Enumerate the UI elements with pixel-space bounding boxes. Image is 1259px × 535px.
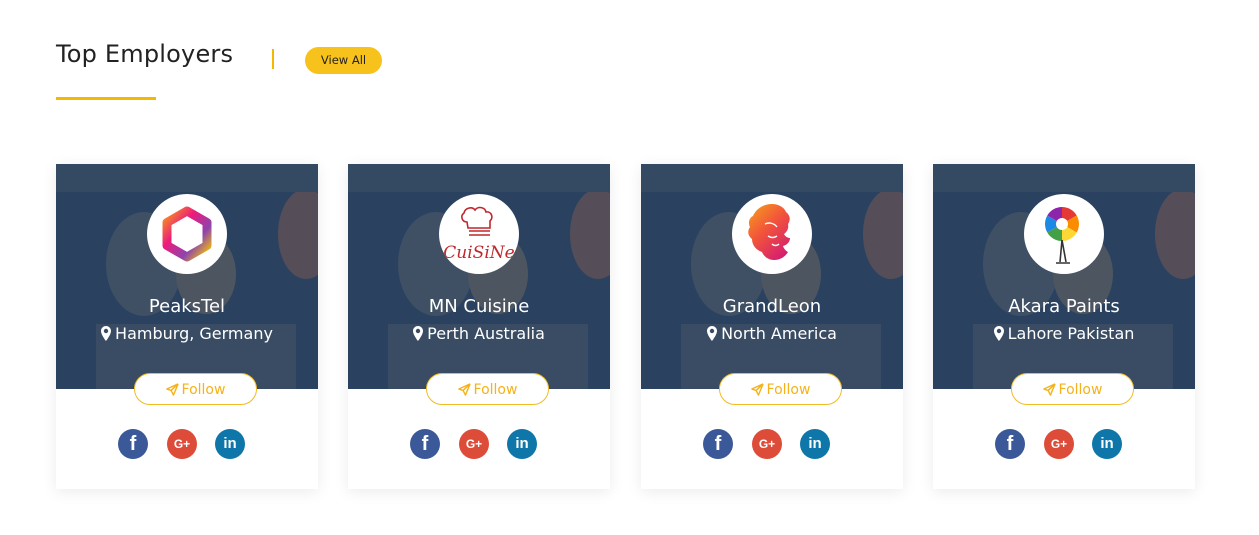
company-location: Perth Australia bbox=[348, 324, 610, 343]
employer-card: GrandLeon North America Follow f G+ in bbox=[641, 164, 903, 489]
map-pin-icon bbox=[101, 326, 112, 341]
employer-card: PeaksTel Hamburg, Germany Follow f G+ in bbox=[56, 164, 318, 489]
google-plus-icon[interactable]: G+ bbox=[459, 429, 489, 459]
google-plus-icon[interactable]: G+ bbox=[1044, 429, 1074, 459]
company-name: Akara Paints bbox=[1008, 296, 1120, 317]
company-location: North America bbox=[641, 324, 903, 343]
paper-plane-icon bbox=[457, 383, 471, 396]
section-title: Top Employers bbox=[56, 40, 234, 68]
card-hero-image: PeaksTel Hamburg, Germany bbox=[56, 164, 318, 389]
follow-button[interactable]: Follow bbox=[426, 373, 549, 405]
linkedin-icon[interactable]: in bbox=[507, 429, 537, 459]
location-text: Hamburg, Germany bbox=[115, 324, 273, 343]
card-hero-image: GrandLeon North America bbox=[641, 164, 903, 389]
employer-card: Akara Paints Lahore Pakistan Follow f G+… bbox=[933, 164, 1195, 489]
social-links: f G+ in bbox=[410, 429, 550, 459]
facebook-icon[interactable]: f bbox=[410, 429, 440, 459]
follow-button[interactable]: Follow bbox=[719, 373, 842, 405]
linkedin-icon[interactable]: in bbox=[215, 429, 245, 459]
follow-button[interactable]: Follow bbox=[1011, 373, 1134, 405]
map-pin-icon bbox=[707, 326, 718, 341]
follow-button[interactable]: Follow bbox=[134, 373, 257, 405]
company-name: MN Cuisine bbox=[428, 296, 530, 317]
hexagon-gradient-logo-icon bbox=[147, 194, 227, 274]
chef-hat-cuisine-logo-icon: CuiSiNe bbox=[439, 194, 519, 274]
google-plus-icon[interactable]: G+ bbox=[752, 429, 782, 459]
follow-label: Follow bbox=[473, 382, 518, 398]
paper-plane-icon bbox=[165, 383, 179, 396]
social-links: f G+ in bbox=[118, 429, 258, 459]
lion-head-logo-icon bbox=[732, 194, 812, 274]
title-separator bbox=[272, 49, 274, 69]
linkedin-icon[interactable]: in bbox=[1092, 429, 1122, 459]
company-location: Lahore Pakistan bbox=[933, 324, 1195, 343]
location-text: North America bbox=[721, 324, 837, 343]
social-links: f G+ in bbox=[995, 429, 1135, 459]
follow-label: Follow bbox=[766, 382, 811, 398]
card-hero-image: CuiSiNe MN Cuisine Perth Australia bbox=[348, 164, 610, 389]
location-text: Lahore Pakistan bbox=[1007, 324, 1135, 343]
follow-label: Follow bbox=[181, 382, 226, 398]
company-location: Hamburg, Germany bbox=[56, 324, 318, 343]
social-links: f G+ in bbox=[703, 429, 843, 459]
title-underline bbox=[56, 97, 156, 100]
linkedin-icon[interactable]: in bbox=[800, 429, 830, 459]
facebook-icon[interactable]: f bbox=[995, 429, 1025, 459]
google-plus-icon[interactable]: G+ bbox=[167, 429, 197, 459]
location-text: Perth Australia bbox=[427, 324, 545, 343]
paper-plane-icon bbox=[750, 383, 764, 396]
color-wheel-flamingo-logo-icon bbox=[1024, 194, 1104, 274]
svg-text:CuiSiNe: CuiSiNe bbox=[443, 243, 514, 263]
map-pin-icon bbox=[413, 326, 424, 341]
map-pin-icon bbox=[993, 326, 1004, 341]
facebook-icon[interactable]: f bbox=[703, 429, 733, 459]
follow-label: Follow bbox=[1058, 382, 1103, 398]
paper-plane-icon bbox=[1042, 383, 1056, 396]
company-name: GrandLeon bbox=[722, 296, 822, 317]
company-name: PeaksTel bbox=[148, 296, 226, 317]
card-hero-image: Akara Paints Lahore Pakistan bbox=[933, 164, 1195, 389]
employer-card: CuiSiNe MN Cuisine Perth Australia Follo… bbox=[348, 164, 610, 489]
facebook-icon[interactable]: f bbox=[118, 429, 148, 459]
view-all-button[interactable]: View All bbox=[305, 47, 382, 74]
